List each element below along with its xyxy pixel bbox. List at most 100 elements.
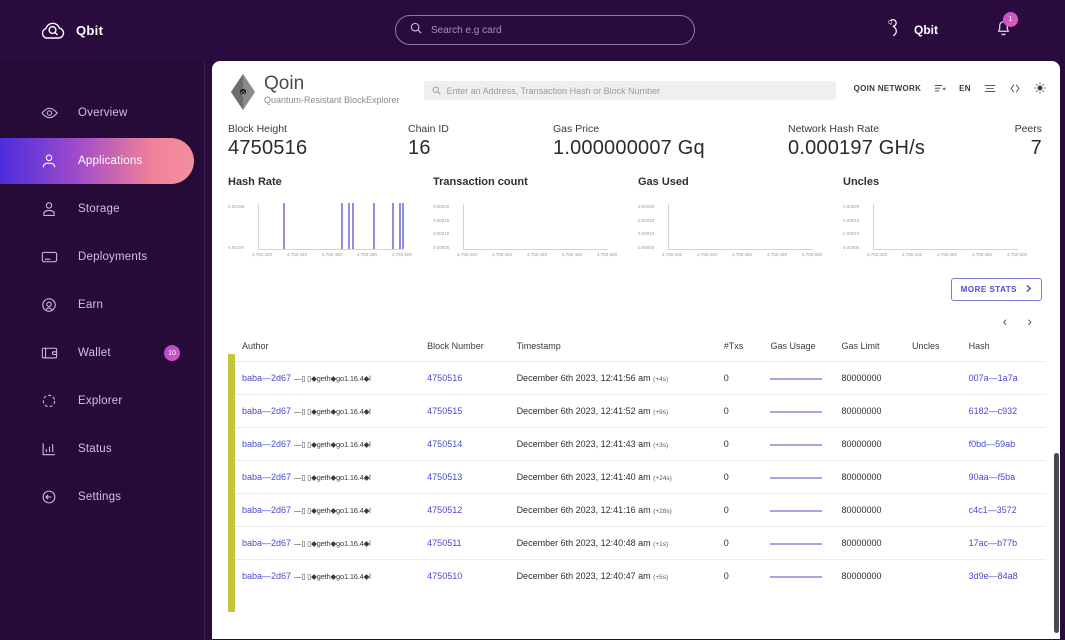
sidebar-item-earn[interactable]: Earn xyxy=(0,282,204,328)
cell-timestamp: December 6th 2023, 12:41:43 am (+3s) xyxy=(516,439,669,449)
block-number-link[interactable]: 4750515 xyxy=(427,406,462,416)
author-link[interactable]: baba—2d67 xyxy=(242,571,291,581)
author-link[interactable]: baba—2d67 xyxy=(242,406,291,416)
x-tick: 4,750,500 xyxy=(596,252,617,257)
network-add-icon[interactable] xyxy=(934,83,946,94)
chart-plot-area: 0.00020 0.00015 0.00010 0.00005 4,750,42… xyxy=(638,204,843,264)
hash-link[interactable]: 007a—1a7a xyxy=(969,373,1018,383)
cell-hash: 6182—c932 xyxy=(969,395,1046,428)
chart-bar xyxy=(351,203,354,249)
sidebar-item-overview[interactable]: Overview xyxy=(0,90,204,136)
top-search-box[interactable] xyxy=(395,15,695,45)
author-link[interactable]: baba—2d67 xyxy=(242,505,291,515)
language-selector[interactable]: EN xyxy=(959,84,971,93)
chevron-left-icon[interactable]: ‹ xyxy=(1003,313,1008,329)
block-number-link[interactable]: 4750510 xyxy=(427,571,462,581)
block-number-link[interactable]: 4750516 xyxy=(427,373,462,383)
sidebar-item-wallet[interactable]: Wallet 10 xyxy=(0,330,204,376)
chart-bars xyxy=(873,204,1018,250)
chart-bar xyxy=(348,203,350,249)
cell-block-number: 4750515 xyxy=(427,395,516,428)
author-extra-data: —▯ ▯◆geth◆go1.16.4◆l xyxy=(294,374,371,383)
notifications-button[interactable]: 1 xyxy=(994,12,1018,43)
table-row[interactable]: baba—2d67 —▯ ▯◆geth◆go1.16.4◆l 4750515 Dece… xyxy=(228,394,1046,428)
table-row[interactable]: baba—2d67 —▯ ▯◆geth◆go1.16.4◆l 4750513 Dece… xyxy=(228,460,1046,494)
chart-x-axis: 4,750,420 4,750,440 4,750,460 4,750,480 … xyxy=(867,252,1027,257)
more-stats-button[interactable]: MORE STATS xyxy=(950,278,1042,301)
more-stats-row: MORE STATS xyxy=(212,264,1060,301)
menu-lines-icon[interactable] xyxy=(984,83,996,94)
brightness-sun-icon[interactable] xyxy=(1034,82,1046,94)
sidebar-item-applications[interactable]: Applications xyxy=(0,138,194,184)
y-tick: 0.00015 xyxy=(843,217,860,223)
hash-link[interactable]: f0bd—59ab xyxy=(969,439,1016,449)
block-number-link[interactable]: 4750513 xyxy=(427,472,462,482)
table-row[interactable]: baba—2d67 —▯ ▯◆geth◆go1.16.4◆l 4750510 Dece… xyxy=(228,559,1046,593)
brand[interactable]: Qbit xyxy=(0,19,205,41)
svg-text:Q: Q xyxy=(241,90,245,95)
hash-link[interactable]: 17ac—b77b xyxy=(969,538,1018,548)
cell-uncles xyxy=(912,494,969,527)
block-number-link[interactable]: 4750511 xyxy=(427,538,461,548)
gas-usage-bar xyxy=(770,575,823,578)
gas-usage-bar xyxy=(770,542,823,545)
sidebar-item-status[interactable]: Status xyxy=(0,426,204,472)
cell-block-number: 4750510 xyxy=(427,560,516,593)
code-brackets-icon[interactable] xyxy=(1009,83,1021,94)
x-tick: 4,750,500 xyxy=(801,252,822,257)
cell-uncles xyxy=(912,560,969,593)
network-selector[interactable]: QOIN NETWORK xyxy=(854,84,922,93)
gas-usage-bar xyxy=(770,476,823,479)
y-tick: 0.00015 xyxy=(433,217,450,223)
chart-title: Hash Rate xyxy=(228,176,282,188)
cell-gas-limit: 80000000 xyxy=(841,406,882,416)
table-row[interactable]: baba—2d67 —▯ ▯◆geth◆go1.16.4◆l 4750516 Dece… xyxy=(228,361,1046,395)
account-menu[interactable]: Q Qbit xyxy=(885,17,938,44)
sidebar-item-settings[interactable]: Settings xyxy=(0,474,204,520)
table-row[interactable]: baba—2d67 —▯ ▯◆geth◆go1.16.4◆l 4750512 Dece… xyxy=(228,493,1046,527)
hash-link[interactable]: 3d9e—84a8 xyxy=(969,571,1018,581)
search-input[interactable] xyxy=(431,24,680,36)
cell-txs: 0 xyxy=(723,439,729,449)
chart-title: Transaction count xyxy=(433,176,528,188)
table-accent-bar xyxy=(228,354,235,612)
block-number-link[interactable]: 4750514 xyxy=(427,439,462,449)
hash-link[interactable]: c4c1—3572 xyxy=(969,505,1017,515)
account-avatar-icon: Q xyxy=(885,17,905,44)
sidebar-item-deployments[interactable]: Deployments xyxy=(0,234,204,280)
time-delta: (+28s) xyxy=(653,508,672,515)
sidebar-item-explorer[interactable]: Explorer xyxy=(0,378,204,424)
explorer-search-input[interactable] xyxy=(446,85,828,96)
explorer-search-box[interactable] xyxy=(423,81,836,100)
y-tick: 0.00005 xyxy=(638,244,655,250)
explorer-subtitle: Quantum-Resistant BlockExplorer xyxy=(264,95,400,105)
chart-bars xyxy=(258,203,405,250)
author-link[interactable]: baba—2d67 xyxy=(242,538,291,548)
table-row[interactable]: baba—2d67 —▯ ▯◆geth◆go1.16.4◆l 4750514 Dece… xyxy=(228,427,1046,461)
hash-link[interactable]: 6182—c932 xyxy=(969,406,1018,416)
svg-text:Q: Q xyxy=(888,20,892,26)
author-link[interactable]: baba—2d67 xyxy=(242,439,291,449)
time-delta: (+24s) xyxy=(653,475,672,482)
cell-hash: 007a—1a7a xyxy=(969,362,1046,395)
chevron-right-icon[interactable]: › xyxy=(1027,313,1032,329)
cell-gas-usage xyxy=(770,461,841,494)
chart-bar xyxy=(373,203,376,249)
author-link[interactable]: baba—2d67 xyxy=(242,472,291,482)
chart-bars xyxy=(463,204,608,250)
chart-x-axis: 4,750,420 4,750,440 4,750,460 4,750,480 … xyxy=(662,252,822,257)
stat-gas-price: Gas Price 1.000000007 Gq xyxy=(553,123,788,160)
y-tick: 0.00197 xyxy=(228,245,245,250)
network-stats: Block Height 4750516 Chain ID 16 Gas Pri… xyxy=(212,112,1060,160)
table-scrollbar[interactable] xyxy=(1054,453,1059,633)
table-row[interactable]: baba—2d67 —▯ ▯◆geth◆go1.16.4◆l 4750511 Dece… xyxy=(228,526,1046,560)
x-tick: 4,750,460 xyxy=(936,252,957,257)
time-delta: (+5s) xyxy=(653,574,669,582)
x-tick: 4,750,480 xyxy=(766,252,787,257)
author-link[interactable]: baba—2d67 xyxy=(242,373,291,383)
x-tick: 4,750,500 xyxy=(391,252,412,257)
sidebar-item-storage[interactable]: Storage xyxy=(0,186,204,232)
hash-link[interactable]: 90aa—f5ba xyxy=(969,472,1016,482)
block-number-link[interactable]: 4750512 xyxy=(427,505,462,515)
cell-uncles xyxy=(912,527,969,560)
